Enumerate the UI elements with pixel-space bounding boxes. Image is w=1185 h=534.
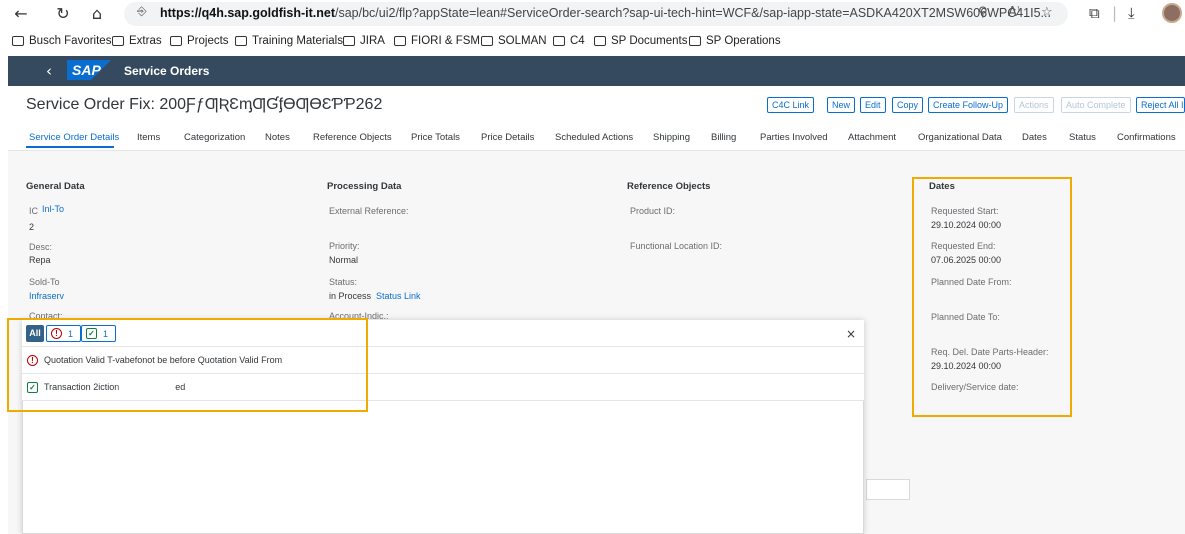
auto-complete-button[interactable]: Auto Complete [1061, 97, 1131, 113]
favorite-star-icon[interactable]: ☆ [1041, 5, 1053, 20]
folder-icon [594, 36, 606, 46]
section-title-processing: Processing Data [327, 181, 402, 192]
functional-location-label: Functional Location ID: [630, 241, 723, 251]
folder-icon [112, 36, 124, 46]
tab-status[interactable]: Status [1069, 132, 1096, 143]
folder-icon [553, 36, 565, 46]
favorite-item[interactable]: Training Materials [235, 35, 343, 47]
create-follow-up-button[interactable]: Create Follow-Up [928, 97, 1009, 113]
url-text[interactable]: https://q4h.sap.goldfish-it.net/sap/bc/u… [160, 6, 1051, 20]
tab-shipping[interactable]: Shipping [653, 132, 690, 143]
messages-highlight-frame [7, 318, 368, 412]
app-title: Service Orders [124, 64, 210, 78]
actions-button[interactable]: Actions [1014, 97, 1054, 113]
reject-all-button[interactable]: Reject All I [1136, 97, 1185, 113]
folder-icon [689, 36, 701, 46]
priority-label: Priority: [329, 241, 360, 251]
divider: | [1112, 4, 1118, 22]
status-value: in Process [329, 291, 372, 301]
favorite-item[interactable]: Busch Favorites [12, 35, 111, 47]
sap-logo-text: SAP [72, 62, 101, 78]
close-icon[interactable]: × [846, 327, 856, 341]
tab-confirmations[interactable]: Confirmations [1117, 132, 1176, 143]
tab-attachment[interactable]: Attachment [848, 132, 896, 143]
sold-to-link[interactable]: Infraserv [29, 291, 64, 301]
folder-icon [12, 36, 24, 46]
folder-icon [394, 36, 406, 46]
tab-items[interactable]: Items [137, 132, 160, 143]
c4c-link-button[interactable]: C4C Link [767, 97, 815, 113]
product-id-label: Product ID: [630, 206, 676, 216]
tab-dates[interactable]: Dates [1022, 132, 1047, 143]
tab-billing[interactable]: Billing [711, 132, 736, 143]
favorite-item[interactable]: SOLMAN [481, 35, 547, 47]
tab-service-order-details[interactable]: Service Order Details [29, 132, 119, 143]
favorite-item[interactable]: Extras [112, 35, 162, 47]
copy-button[interactable]: Copy [892, 97, 924, 113]
tab-notes[interactable]: Notes [265, 132, 290, 143]
favorite-item[interactable]: C4 [553, 35, 585, 47]
profile-avatar[interactable] [1162, 3, 1182, 23]
zoom-icon[interactable]: ⚲ [978, 5, 988, 20]
reload-icon[interactable]: ↻ [52, 3, 74, 25]
priority-value: Normal [329, 255, 359, 265]
read-aloud-icon[interactable]: A⁾ [1008, 5, 1020, 20]
favorite-item[interactable]: FIORI & FSM [394, 35, 480, 47]
home-icon[interactable]: ⌂ [86, 3, 108, 25]
description-value: Repa [29, 255, 51, 265]
id-link[interactable]: Inl-To [42, 204, 64, 214]
tab-price-totals[interactable]: Price Totals [411, 132, 460, 143]
status-link[interactable]: Status Link [376, 291, 421, 301]
tab-scheduled-actions[interactable]: Scheduled Actions [555, 132, 633, 143]
tab-categorization[interactable]: Categorization [184, 132, 245, 143]
active-tab-indicator [26, 146, 114, 148]
tab-parties-involved[interactable]: Parties Involved [760, 132, 828, 143]
tab-reference-objects[interactable]: Reference Objects [313, 132, 392, 143]
folder-icon [170, 36, 182, 46]
dates-highlight-frame [912, 177, 1072, 417]
status-label: Status: [329, 277, 358, 287]
section-title-general: General Data [26, 181, 85, 192]
id-label: IC [29, 206, 38, 216]
back-icon[interactable]: ‹ [46, 62, 52, 80]
arrow-left-icon[interactable]: ← [10, 3, 32, 25]
input-field[interactable] [866, 479, 910, 500]
download-icon[interactable]: ⤓ [1128, 4, 1135, 22]
site-info-icon[interactable]: ⎆ [137, 4, 147, 19]
favorite-item[interactable]: SP Documents [594, 35, 688, 47]
new-button[interactable]: New [827, 97, 856, 113]
favorite-item[interactable]: Projects [170, 35, 229, 47]
favorite-item[interactable]: JIRA [343, 35, 385, 47]
sold-to-label: Sold-To [29, 277, 60, 287]
extensions-icon[interactable]: ⧉ [1089, 4, 1100, 22]
description-label: Desc: [29, 242, 53, 252]
folder-icon [481, 36, 493, 46]
external-reference-label: External Reference: [329, 206, 409, 216]
section-title-reference: Reference Objects [627, 181, 711, 192]
favorite-item[interactable]: SP Operations [689, 35, 781, 47]
folder-icon [235, 36, 247, 46]
tab-organizational-data[interactable]: Organizational Data [918, 132, 1002, 143]
tab-price-details[interactable]: Price Details [481, 132, 534, 143]
edit-button[interactable]: Edit [860, 97, 886, 113]
page-title: Service Order Fix: 200ƑƒƢƦƐᶆƢƓᶂƟƢƟƐƤƤ262 [26, 96, 383, 113]
id-value: 2 [29, 222, 35, 232]
folder-icon [343, 36, 355, 46]
